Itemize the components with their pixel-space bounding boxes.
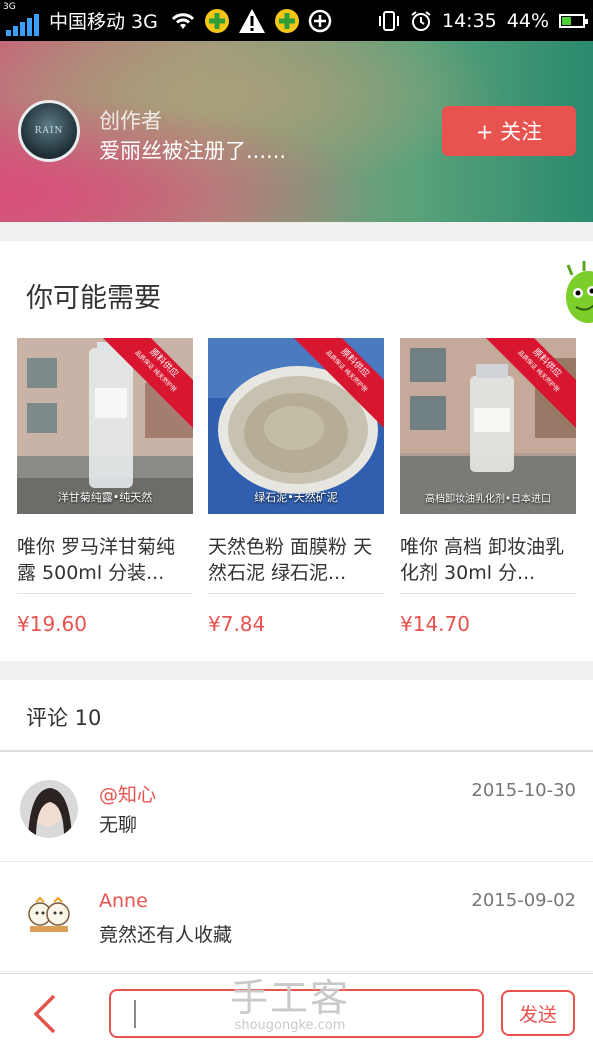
signal-icon — [6, 13, 39, 36]
comment-text: 竟然还有人收藏 — [99, 924, 233, 946]
product-price: ¥14.70 — [400, 612, 470, 636]
app-notification-icon — [274, 8, 299, 33]
divider — [208, 593, 384, 594]
wifi-icon — [171, 12, 194, 29]
product-image[interactable]: 原料供应 品质保证 纯天然护肤 绿石泥•天然矿泥 — [208, 338, 384, 514]
creator-name[interactable]: 爱丽丝被注册了...... — [99, 135, 286, 165]
status-bar: 3G 中国移动 3G 14:35 44% — [0, 0, 593, 41]
clock-time: 14:35 — [442, 9, 497, 32]
comment-item[interactable]: @知心 2015-10-30 无聊 — [0, 752, 593, 862]
comment-date: 2015-09-02 — [471, 890, 576, 911]
avatar[interactable] — [20, 890, 78, 948]
creator-header: RAIN 创作者 爱丽丝被注册了...... + 关注 — [0, 41, 593, 222]
comment-user[interactable]: Anne — [99, 890, 148, 912]
divider — [400, 593, 576, 594]
carrier-label: 中国移动 3G — [49, 11, 158, 33]
product-card[interactable]: 原料供应 品质保证 纯天然护肤 绿石泥•天然矿泥 天然色粉 面膜粉 天然石泥 绿石… — [208, 338, 384, 636]
follow-button[interactable]: + 关注 — [442, 106, 576, 156]
send-button[interactable]: 发送 — [501, 990, 575, 1036]
product-caption: 洋甘菊纯露•纯天然 — [57, 491, 153, 504]
comments-section: 评论 10 @知心 2015-10-30 无聊 Anne 2015-09-02 … — [0, 680, 593, 980]
app-notification-icon — [204, 8, 229, 33]
vibrate-icon — [379, 10, 399, 31]
comment-user[interactable]: @知心 — [99, 780, 156, 807]
recommendations-section: 你可能需要 原料供应 品质保证 纯天然护肤 洋甘菊纯露•纯天然 唯你 罗马洋甘菊… — [0, 241, 593, 661]
product-name[interactable]: 唯你 高档 卸妆油乳化剂 30ml 分... — [400, 534, 576, 586]
battery-percent: 44% — [506, 9, 549, 32]
network-type: 3G — [3, 2, 16, 12]
comments-title: 评论 10 — [26, 706, 102, 730]
product-name[interactable]: 天然色粉 面膜粉 天然石泥 绿石泥... — [208, 534, 384, 586]
comment-date: 2015-10-30 — [471, 780, 576, 801]
comment-input[interactable] — [109, 989, 484, 1038]
creator-avatar[interactable]: RAIN — [18, 100, 80, 162]
avatar-text: RAIN — [34, 126, 64, 136]
text-caret — [134, 1000, 136, 1028]
product-caption: 绿石泥•天然矿泥 — [254, 491, 338, 504]
avatar[interactable] — [20, 780, 78, 838]
section-title: 你可能需要 — [26, 283, 161, 314]
comment-text: 无聊 — [99, 814, 138, 836]
warning-icon — [238, 8, 265, 33]
product-card[interactable]: 原料供应 品质保证 纯天然护肤 洋甘菊纯露•纯天然 唯你 罗马洋甘菊纯露 500m… — [17, 338, 193, 636]
divider — [17, 593, 193, 594]
battery-icon — [559, 13, 588, 28]
comment-item[interactable]: Anne 2015-09-02 竟然还有人收藏 — [0, 862, 593, 972]
back-arrow-icon[interactable] — [30, 994, 60, 1034]
add-circle-icon — [308, 9, 332, 32]
comment-input-bar: 手工客 shougongke.com 发送 — [0, 973, 593, 1054]
product-price: ¥19.60 — [17, 612, 87, 636]
app-screen: 3G 中国移动 3G 14:35 44% RAIN 创作者 爱丽丝被注册了...… — [0, 0, 593, 1054]
product-caption: 高档卸妆油乳化剂•日本进口 — [425, 494, 551, 505]
alarm-icon — [411, 10, 431, 31]
product-price: ¥7.84 — [208, 612, 266, 636]
mascot-icon — [566, 261, 593, 323]
product-card[interactable]: 原料供应 品质保证 纯天然护肤 高档卸妆油乳化剂•日本进口 唯你 高档 卸妆油乳化… — [400, 338, 576, 636]
product-image[interactable]: 原料供应 品质保证 纯天然护肤 高档卸妆油乳化剂•日本进口 — [400, 338, 576, 514]
product-image[interactable]: 原料供应 品质保证 纯天然护肤 洋甘菊纯露•纯天然 — [17, 338, 193, 514]
creator-label: 创作者 — [99, 109, 162, 133]
product-name[interactable]: 唯你 罗马洋甘菊纯露 500ml 分装... — [17, 534, 193, 586]
